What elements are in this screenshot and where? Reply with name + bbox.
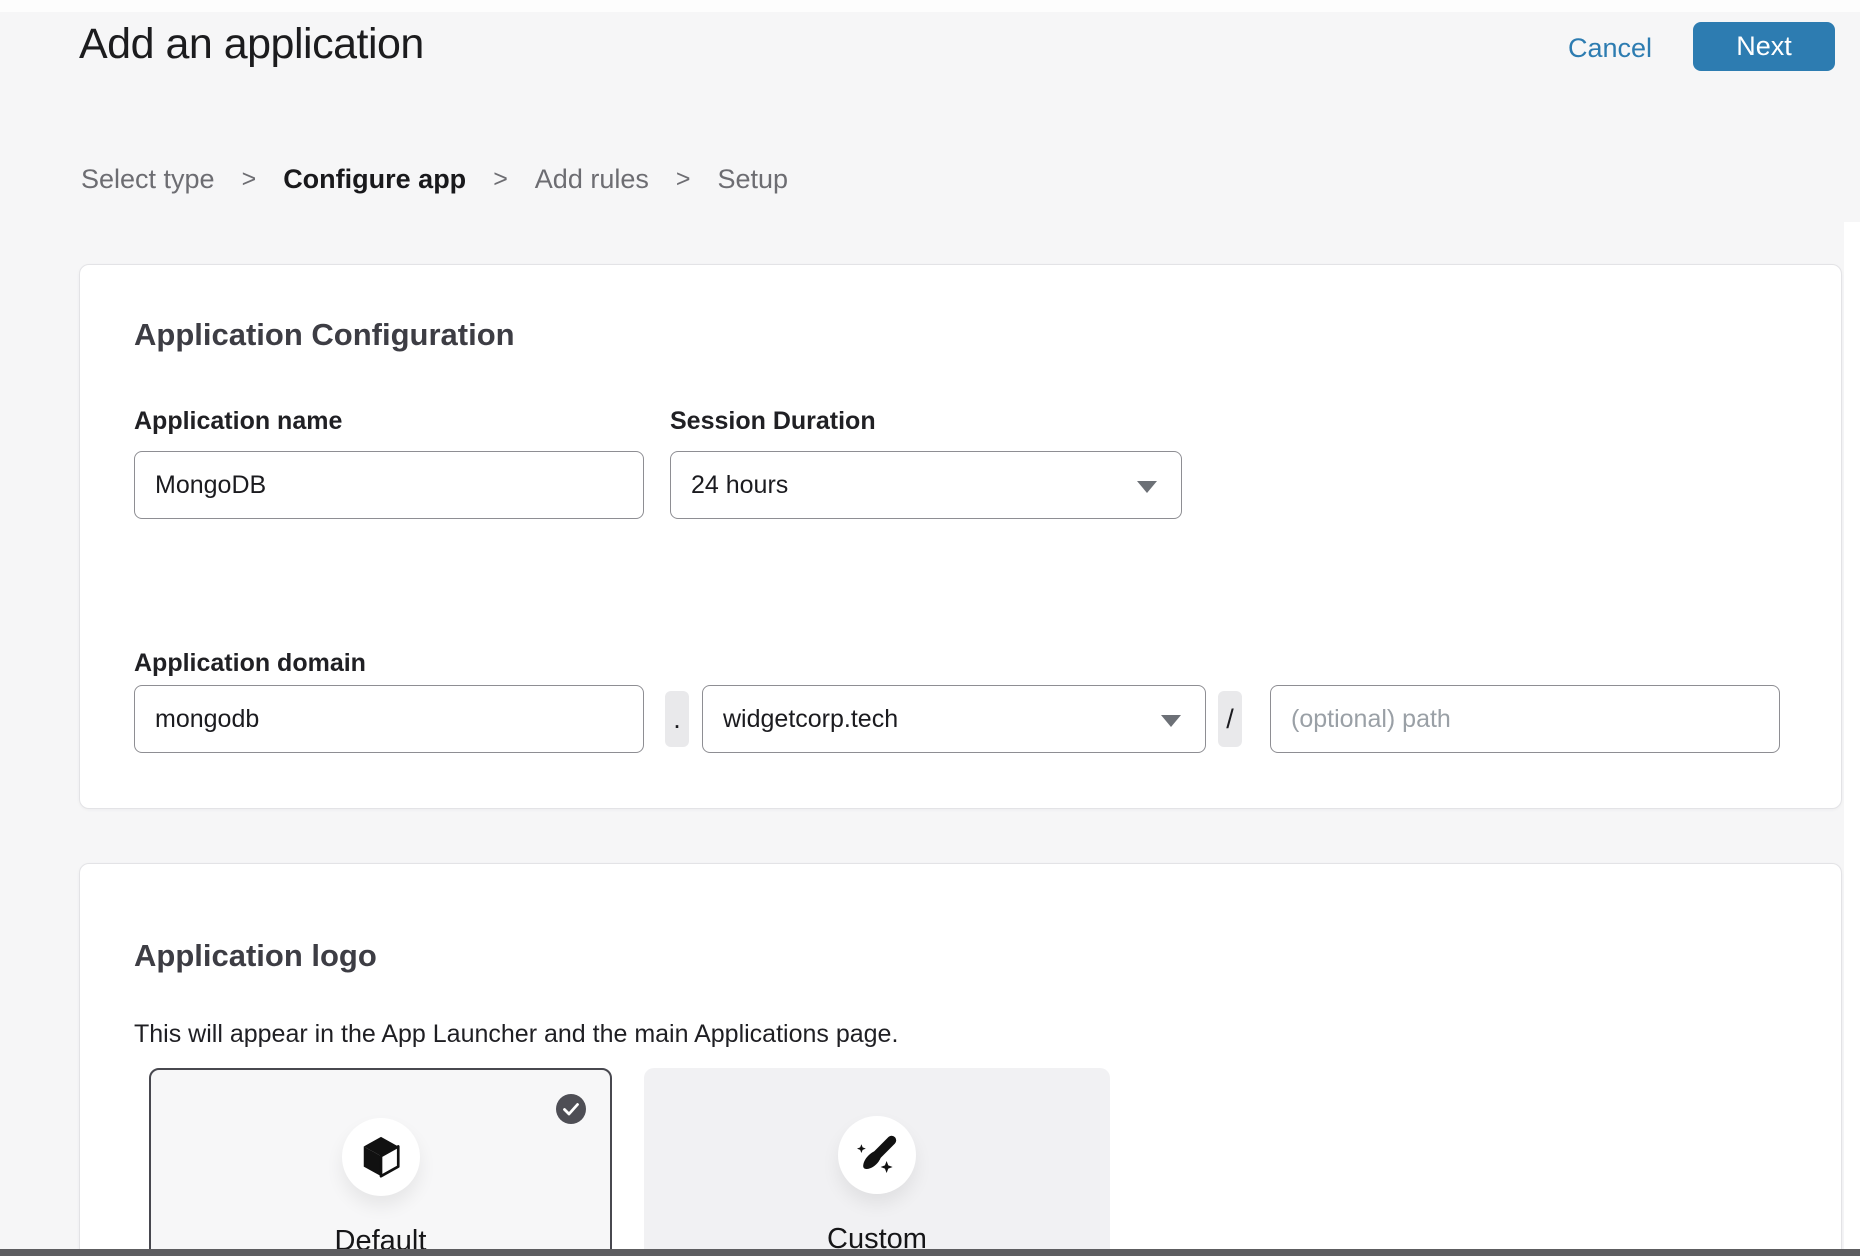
logo-card-description: This will appear in the App Launcher and… <box>134 1020 898 1049</box>
right-scrollbar-gutter <box>1844 222 1860 1256</box>
custom-logo-circle <box>838 1116 916 1194</box>
breadcrumb-step-select-type[interactable]: Select type <box>81 164 215 195</box>
application-logo-card: Application logo This will appear in the… <box>79 863 1842 1256</box>
config-card-title: Application Configuration <box>134 317 515 353</box>
application-name-label: Application name <box>134 407 342 436</box>
breadcrumb-separator: > <box>493 165 508 194</box>
path-input[interactable] <box>1270 685 1780 753</box>
next-button[interactable]: Next <box>1693 22 1835 71</box>
domain-select-value: widgetcorp.tech <box>723 705 898 734</box>
check-icon <box>556 1094 586 1124</box>
breadcrumb-step-configure-app[interactable]: Configure app <box>283 164 466 195</box>
breadcrumb-step-add-rules[interactable]: Add rules <box>535 164 649 195</box>
cube-icon <box>358 1134 404 1180</box>
application-configuration-card: Application Configuration Application na… <box>79 264 1842 809</box>
cancel-button[interactable]: Cancel <box>1568 33 1652 64</box>
default-logo-circle <box>342 1118 420 1196</box>
application-domain-label: Application domain <box>134 649 366 678</box>
application-name-input[interactable] <box>134 451 644 519</box>
breadcrumb-separator: > <box>676 165 691 194</box>
chevron-down-icon <box>1161 715 1181 727</box>
page-title: Add an application <box>79 20 424 69</box>
slash-separator: / <box>1218 691 1242 747</box>
chevron-down-icon <box>1137 481 1157 493</box>
dot-separator: . <box>665 691 689 747</box>
top-strip <box>0 0 1860 12</box>
breadcrumb-separator: > <box>242 165 257 194</box>
subdomain-input[interactable] <box>134 685 644 753</box>
domain-select[interactable]: widgetcorp.tech <box>702 685 1206 753</box>
horizontal-scrollbar[interactable] <box>0 1249 1860 1256</box>
logo-card-title: Application logo <box>134 938 377 974</box>
logo-option-default[interactable]: Default <box>149 1068 612 1256</box>
session-duration-value: 24 hours <box>691 471 788 500</box>
logo-option-custom[interactable]: Custom <box>644 1068 1110 1256</box>
paintbrush-icon <box>853 1131 901 1179</box>
breadcrumb: Select type > Configure app > Add rules … <box>81 164 788 195</box>
add-application-page: Add an application Cancel Next Select ty… <box>0 0 1860 1256</box>
session-duration-select[interactable]: 24 hours <box>670 451 1182 519</box>
breadcrumb-step-setup[interactable]: Setup <box>717 164 788 195</box>
session-duration-label: Session Duration <box>670 407 876 436</box>
